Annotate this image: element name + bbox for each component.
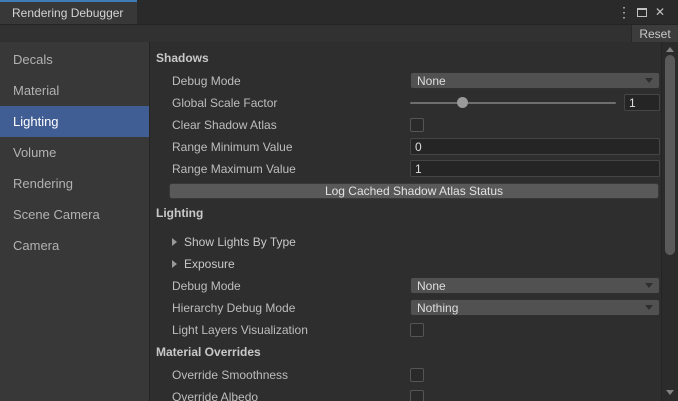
log-cached-shadow-atlas-button[interactable]: Log Cached Shadow Atlas Status bbox=[169, 183, 659, 199]
slider-track bbox=[410, 102, 616, 104]
sidebar-item-camera[interactable]: Camera bbox=[0, 230, 149, 261]
kebab-menu-icon[interactable]: ⋮ bbox=[615, 2, 633, 22]
foldout-show-lights-by-type[interactable]: Show Lights By Type bbox=[156, 233, 661, 250]
override-albedo-checkbox[interactable] bbox=[410, 390, 424, 401]
global-scale-factor-field[interactable] bbox=[624, 94, 660, 111]
global-scale-factor-slider[interactable] bbox=[410, 94, 616, 111]
debugger-toolbar: Reset bbox=[0, 24, 678, 42]
clear-shadow-atlas-label: Clear Shadow Atlas bbox=[172, 118, 410, 132]
chevron-down-icon bbox=[645, 78, 653, 83]
range-maximum-label: Range Maximum Value bbox=[172, 162, 410, 176]
tab-bar: Rendering Debugger ⋮ ✕ bbox=[0, 0, 678, 24]
sidebar-item-decals[interactable]: Decals bbox=[0, 44, 149, 75]
slider-thumb[interactable] bbox=[457, 97, 468, 108]
light-layers-visualization-label: Light Layers Visualization bbox=[172, 323, 410, 337]
foldout-arrow-icon bbox=[172, 238, 177, 246]
scrollbar-down-icon[interactable] bbox=[666, 390, 674, 395]
override-smoothness-checkbox[interactable] bbox=[410, 368, 424, 382]
clear-shadow-atlas-checkbox[interactable] bbox=[410, 118, 424, 132]
section-header-lighting: Lighting bbox=[156, 205, 661, 221]
scrollbar-thumb[interactable] bbox=[665, 55, 675, 255]
settings-panel: Shadows Debug Mode None Global Scale Fac… bbox=[150, 42, 661, 401]
range-maximum-field[interactable] bbox=[410, 160, 660, 177]
debugger-body: Decals Material Lighting Volume Renderin… bbox=[0, 42, 678, 401]
global-scale-factor-label: Global Scale Factor bbox=[172, 96, 410, 110]
row-override-albedo: Override Albedo bbox=[156, 388, 661, 401]
row-range-maximum: Range Maximum Value bbox=[156, 160, 661, 177]
sidebar: Decals Material Lighting Volume Renderin… bbox=[0, 42, 150, 401]
scrollbar-up-icon[interactable] bbox=[666, 47, 674, 52]
chevron-down-icon bbox=[645, 305, 653, 310]
sidebar-item-rendering[interactable]: Rendering bbox=[0, 168, 149, 199]
section-header-material-overrides: Material Overrides bbox=[156, 344, 661, 360]
row-override-smoothness: Override Smoothness bbox=[156, 366, 661, 383]
foldout-exposure[interactable]: Exposure bbox=[156, 255, 661, 272]
override-smoothness-label: Override Smoothness bbox=[172, 368, 410, 382]
range-minimum-field[interactable] bbox=[410, 138, 660, 155]
hierarchy-debug-mode-label: Hierarchy Debug Mode bbox=[172, 301, 410, 315]
close-icon[interactable]: ✕ bbox=[651, 2, 669, 22]
row-lighting-debug-mode: Debug Mode None bbox=[156, 277, 661, 294]
row-clear-shadow-atlas: Clear Shadow Atlas bbox=[156, 116, 661, 133]
dropdown-value: None bbox=[417, 279, 446, 293]
debug-mode-label: Debug Mode bbox=[172, 74, 410, 88]
vertical-scrollbar[interactable] bbox=[661, 42, 678, 401]
debug-mode-label: Debug Mode bbox=[172, 279, 410, 293]
override-albedo-label: Override Albedo bbox=[172, 390, 410, 401]
range-minimum-label: Range Minimum Value bbox=[172, 140, 410, 154]
row-global-scale-factor: Global Scale Factor bbox=[156, 94, 661, 111]
tab-rendering-debugger[interactable]: Rendering Debugger bbox=[0, 0, 137, 24]
window-controls: ⋮ ✕ bbox=[137, 0, 678, 24]
hierarchy-debug-mode-dropdown[interactable]: Nothing bbox=[410, 299, 660, 316]
row-shadows-debug-mode: Debug Mode None bbox=[156, 72, 661, 89]
rendering-debugger-window: Rendering Debugger ⋮ ✕ Reset Decals Mate… bbox=[0, 0, 678, 401]
light-layers-visualization-checkbox[interactable] bbox=[410, 323, 424, 337]
row-light-layers-visualization: Light Layers Visualization bbox=[156, 321, 661, 338]
maximize-icon[interactable] bbox=[633, 2, 651, 22]
tab-title: Rendering Debugger bbox=[12, 6, 123, 20]
sidebar-item-material[interactable]: Material bbox=[0, 75, 149, 106]
lighting-debug-mode-dropdown[interactable]: None bbox=[410, 277, 660, 294]
chevron-down-icon bbox=[645, 283, 653, 288]
section-header-shadows: Shadows bbox=[156, 50, 661, 66]
reset-button[interactable]: Reset bbox=[631, 25, 678, 42]
dropdown-value: None bbox=[417, 74, 446, 88]
foldout-label: Exposure bbox=[184, 257, 235, 271]
row-hierarchy-debug-mode: Hierarchy Debug Mode Nothing bbox=[156, 299, 661, 316]
shadows-debug-mode-dropdown[interactable]: None bbox=[410, 72, 660, 89]
dropdown-value: Nothing bbox=[417, 301, 458, 315]
foldout-arrow-icon bbox=[172, 260, 177, 268]
sidebar-item-volume[interactable]: Volume bbox=[0, 137, 149, 168]
row-range-minimum: Range Minimum Value bbox=[156, 138, 661, 155]
maximize-glyph bbox=[637, 8, 647, 17]
sidebar-item-lighting[interactable]: Lighting bbox=[0, 106, 149, 137]
foldout-label: Show Lights By Type bbox=[184, 235, 296, 249]
sidebar-item-scene-camera[interactable]: Scene Camera bbox=[0, 199, 149, 230]
